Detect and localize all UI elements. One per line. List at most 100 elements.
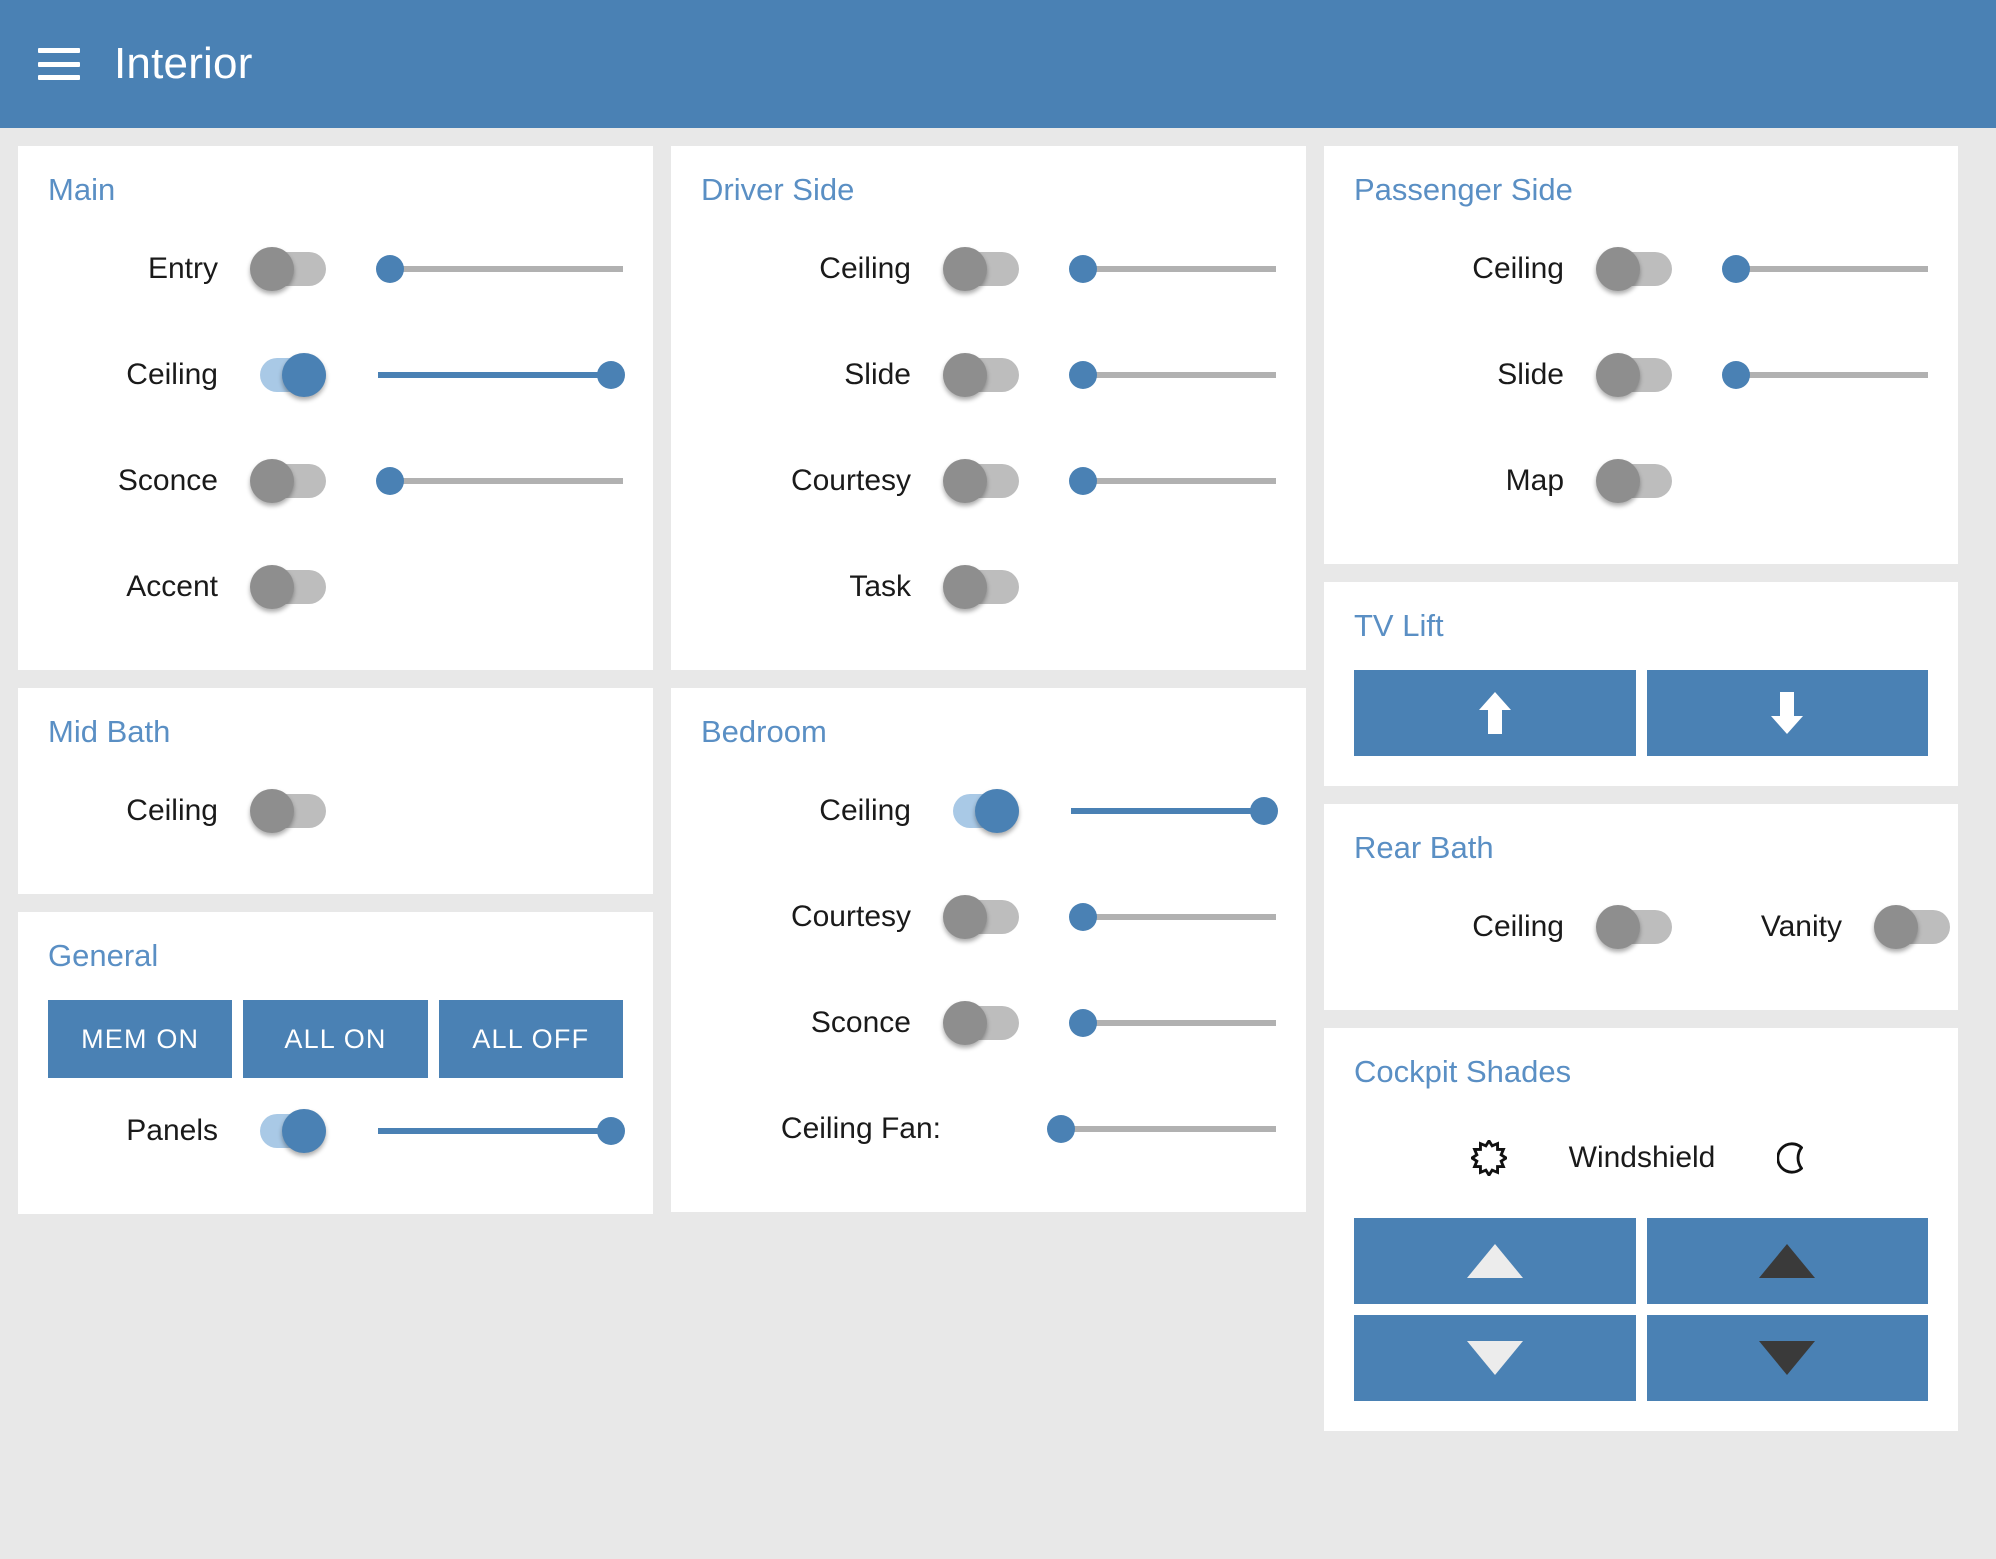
toggle-knob [1596,459,1640,503]
row-label: Sconce [810,1006,911,1039]
slider-general-panels[interactable] [378,1111,625,1151]
slider-driver-slide[interactable] [1069,355,1276,395]
slider-driver-courtesy[interactable] [1069,461,1276,501]
slider-main-sconce[interactable] [376,461,623,501]
shade-night-down-button[interactable] [1646,1315,1928,1401]
shade-day-up-button[interactable] [1354,1218,1636,1304]
slider-thumb[interactable] [1722,255,1750,283]
triangle-down-dark-icon [1759,1341,1816,1375]
slider-thumb[interactable] [1069,255,1097,283]
row-mid-bath-ceiling: Ceiling [48,758,623,864]
column-left: Main Entry Ceiling Sconce Accent Mid Bat… [18,146,653,1214]
toggle-main-accent[interactable] [250,565,326,609]
windshield-label: Windshield [1568,1141,1716,1174]
toggle-bedroom-sconce[interactable] [943,1001,1019,1045]
card-title-cockpit-shades: Cockpit Shades [1354,1054,1572,1089]
slider-passenger-ceiling[interactable] [1722,249,1928,289]
toggle-knob [250,459,294,503]
toggle-main-sconce[interactable] [250,459,326,503]
row-label: Accent [126,570,218,603]
row-passenger-map: Map [1354,428,1928,534]
slider-bedroom-sconce[interactable] [1069,1003,1276,1043]
toggle-driver-task[interactable] [943,565,1019,609]
row-passenger-slide: Slide [1354,322,1928,428]
dashboard-grid: Main Entry Ceiling Sconce Accent Mid Bat… [0,128,1996,1559]
row-label: Ceiling [126,358,218,391]
mem-on-button[interactable]: MEM ON [48,1000,233,1078]
row-driver-ceiling: Ceiling [701,216,1276,322]
card-title-mid-bath: Mid Bath [48,714,171,749]
toggle-knob [943,459,987,503]
slider-track [1724,372,1928,378]
toggle-mid-bath-ceiling[interactable] [250,789,326,833]
slider-track [1071,914,1276,920]
slider-thumb[interactable] [376,255,404,283]
row-bedroom-courtesy: Courtesy [701,864,1276,970]
card-bedroom: Bedroom Ceiling Courtesy Sconce Ceiling … [671,688,1306,1212]
slider-thumb[interactable] [1069,903,1097,931]
toggle-passenger-ceiling[interactable] [1596,247,1672,291]
triangle-up-light-icon [1466,1244,1523,1278]
slider-track [378,478,623,484]
toggle-knob [250,247,294,291]
tv-lift-down-button[interactable] [1646,670,1928,756]
hamburger-bar [38,75,80,80]
toggle-main-ceiling[interactable] [250,353,326,397]
all-on-button[interactable]: ALL ON [243,1000,428,1078]
slider-bedroom-ceiling[interactable] [1071,791,1278,831]
slider-thumb[interactable] [1250,797,1278,825]
slider-fill [378,372,623,378]
hamburger-menu-icon[interactable] [38,48,80,80]
shade-day-down-button[interactable] [1354,1315,1636,1401]
hamburger-bar [38,61,80,67]
toggle-knob [975,789,1019,833]
toggle-knob [282,1109,326,1153]
toggle-driver-slide[interactable] [943,353,1019,397]
slider-passenger-slide[interactable] [1722,355,1928,395]
slider-thumb[interactable] [1722,361,1750,389]
toggle-passenger-slide[interactable] [1596,353,1672,397]
toggle-knob [943,353,987,397]
toggle-bedroom-courtesy[interactable] [943,895,1019,939]
slider-thumb[interactable] [1069,1009,1097,1037]
toggle-driver-ceiling[interactable] [943,247,1019,291]
row-general-panels: Panels [48,1078,625,1184]
toggle-main-entry[interactable] [250,247,326,291]
card-mid-bath: Mid Bath Ceiling [18,688,653,894]
slider-driver-ceiling[interactable] [1069,249,1276,289]
card-title-passenger-side: Passenger Side [1354,172,1573,207]
slider-thumb[interactable] [1069,361,1097,389]
toggle-rear-bath-vanity[interactable] [1874,905,1950,949]
toggle-passenger-map[interactable] [1596,459,1672,503]
card-tv-lift: TV Lift [1324,582,1958,786]
slider-track [1071,266,1276,272]
card-cockpit-shades: Cockpit Shades Windshield [1324,1028,1958,1431]
toggle-bedroom-ceiling[interactable] [943,789,1019,833]
card-main: Main Entry Ceiling Sconce Accent [18,146,653,670]
slider-thumb[interactable] [597,1117,625,1145]
slider-main-ceiling[interactable] [378,355,625,395]
toggle-general-panels[interactable] [250,1109,326,1153]
moon-icon [1777,1142,1804,1174]
slider-bedroom-ceiling-fan[interactable] [1047,1109,1276,1149]
page-title: Interior [114,39,253,88]
slider-thumb[interactable] [1047,1115,1075,1143]
toggle-rear-bath-ceiling[interactable] [1596,905,1672,949]
all-off-button[interactable]: ALL OFF [438,1000,623,1078]
shade-night-up-button[interactable] [1646,1218,1928,1304]
row-label: Ceiling [819,252,911,285]
card-title-driver-side: Driver Side [701,172,855,207]
toggle-knob [1596,905,1640,949]
row-label: Vanity [1760,910,1842,943]
slider-thumb[interactable] [1069,467,1097,495]
row-main-entry: Entry [48,216,623,322]
slider-thumb[interactable] [376,467,404,495]
toggle-driver-courtesy[interactable] [943,459,1019,503]
slider-main-entry[interactable] [376,249,623,289]
slider-bedroom-courtesy[interactable] [1069,897,1276,937]
slider-thumb[interactable] [597,361,625,389]
tv-lift-up-button[interactable] [1354,670,1636,756]
card-passenger-side: Passenger Side Ceiling Slide Map [1324,146,1958,564]
slider-fill [1071,808,1276,814]
slider-track [1071,478,1276,484]
